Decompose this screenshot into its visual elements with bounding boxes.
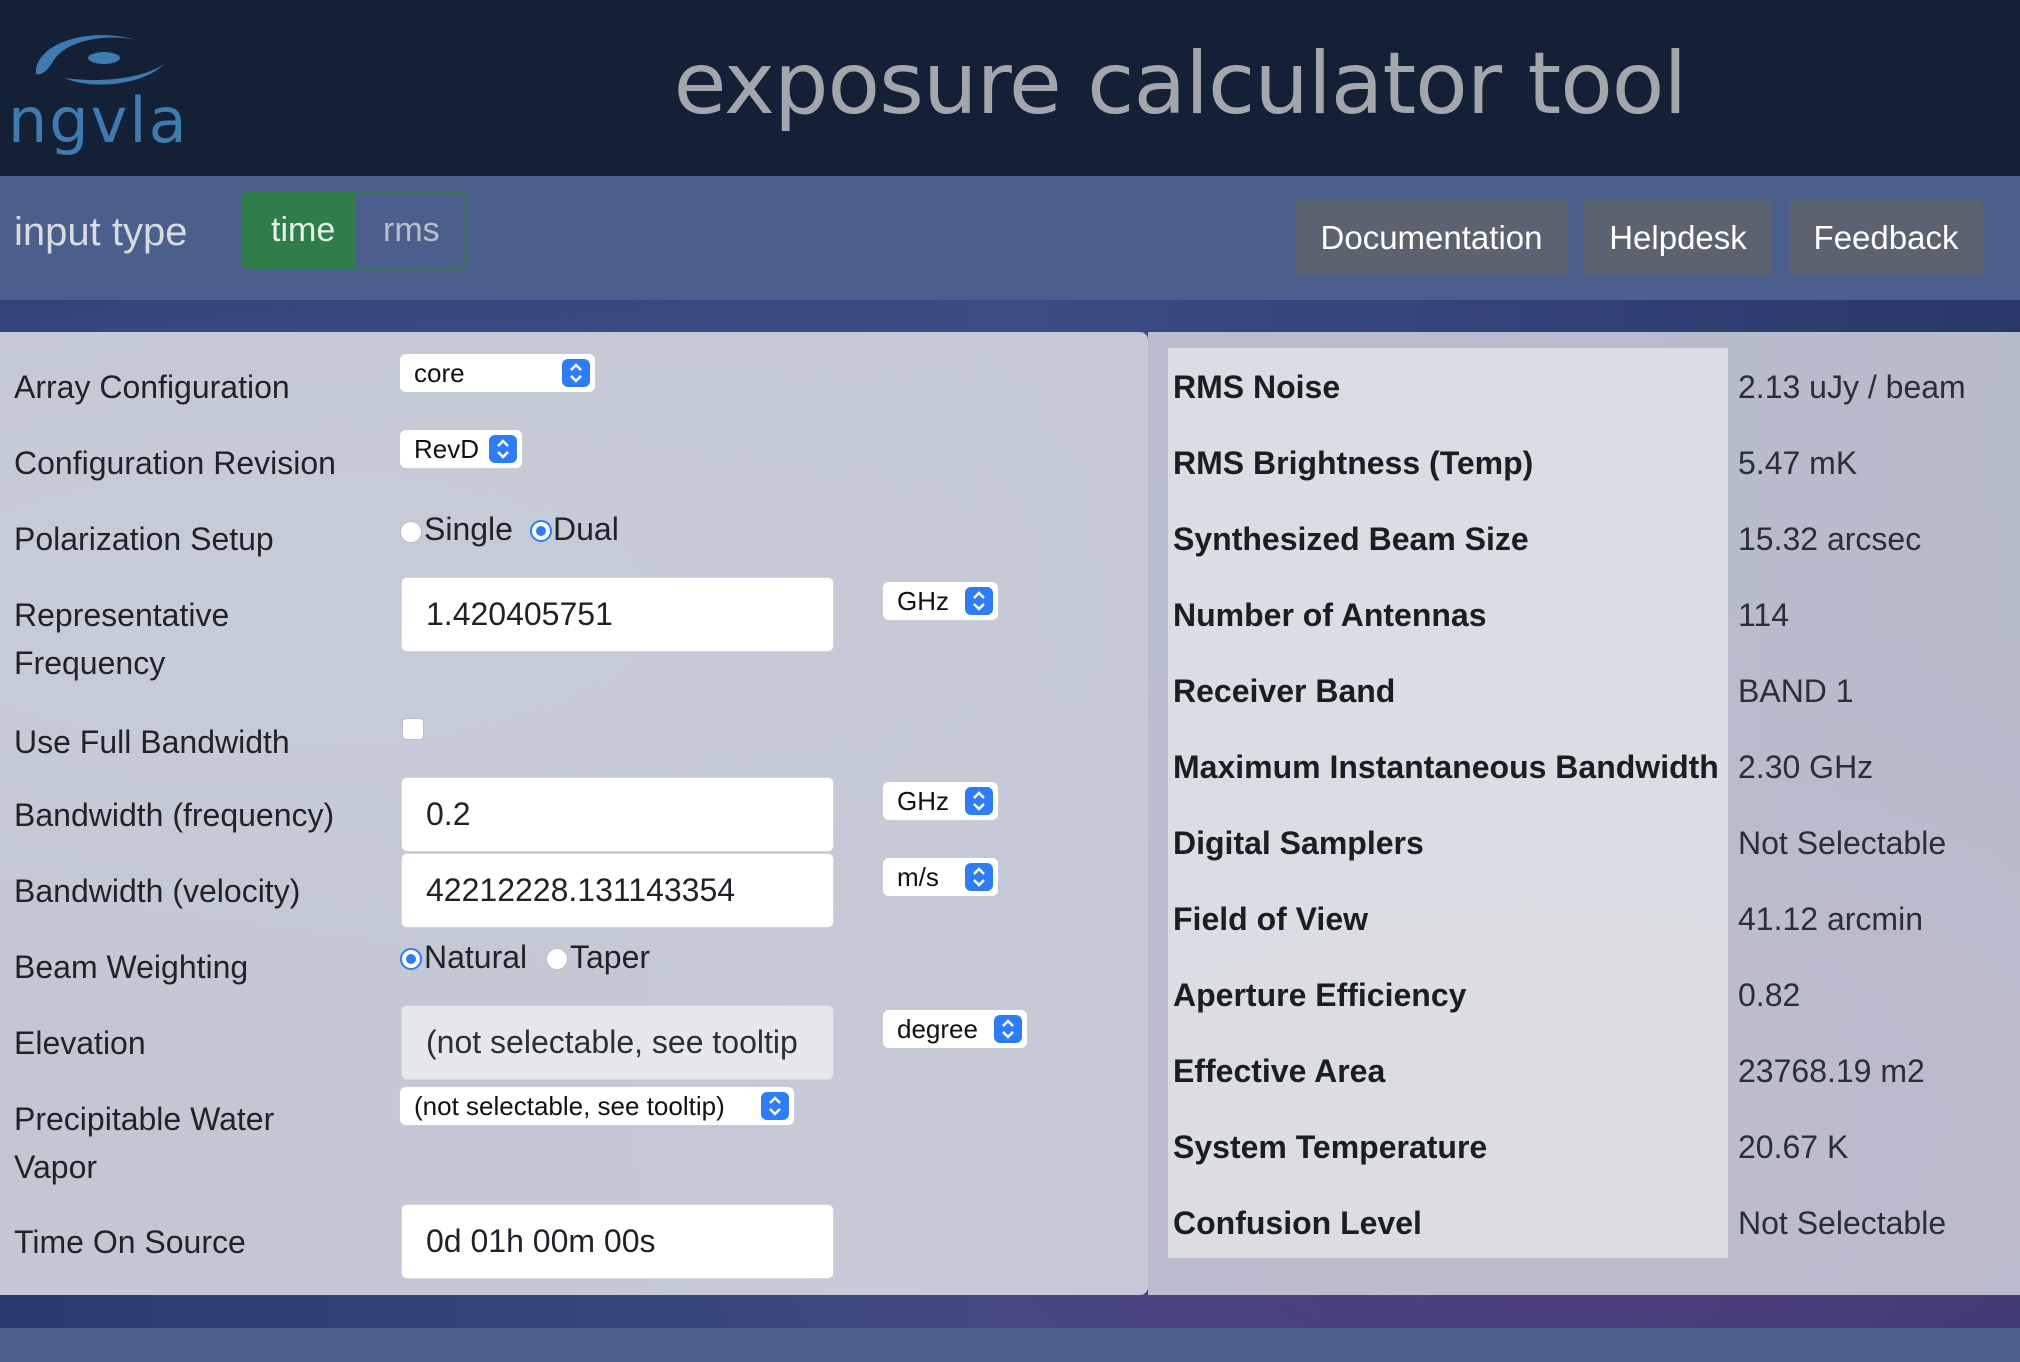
bandwidth-velocity-label: Bandwidth (velocity)	[14, 873, 301, 909]
configuration-revision-value: RevD	[414, 434, 480, 464]
pwv-select[interactable]: (not selectable, see tooltip)	[399, 1086, 795, 1126]
result-value: 23768.19 m2	[1738, 1053, 1925, 1089]
elevation-label: Elevation	[14, 1025, 146, 1061]
select-arrows-icon	[562, 359, 590, 387]
representative-frequency-unit-value: GHz	[897, 586, 949, 616]
array-configuration-value: core	[414, 358, 465, 388]
result-key: Digital Samplers	[1173, 825, 1424, 861]
input-type-rms-button[interactable]: rms	[355, 193, 465, 267]
result-value: 114	[1738, 597, 1790, 633]
polarization-dual-label: Dual	[553, 511, 619, 547]
result-key: System Temperature	[1173, 1129, 1488, 1165]
array-configuration-label: Array Configuration	[14, 369, 290, 405]
result-value: 2.30 GHz	[1738, 749, 1874, 785]
select-arrows-icon	[965, 863, 993, 891]
result-key: Synthesized Beam Size	[1173, 521, 1529, 557]
result-value: Not Selectable	[1738, 1205, 1947, 1241]
polarization-single-radio[interactable]	[400, 521, 422, 543]
polarization-dual-radio[interactable]	[530, 520, 552, 542]
result-key: Number of Antennas	[1173, 597, 1487, 633]
result-key: RMS Brightness (Temp)	[1173, 445, 1534, 481]
representative-frequency-input[interactable]: 1.420405751	[401, 577, 834, 652]
result-key: RMS Noise	[1173, 369, 1341, 405]
toolbar: input type time rms Documentation Helpde…	[0, 176, 2020, 300]
result-value: 20.67 K	[1738, 1129, 1849, 1165]
result-key: Receiver Band	[1173, 673, 1396, 709]
configuration-revision-select[interactable]: RevD	[399, 429, 523, 469]
pwv-label: Precipitable Water Vapor	[14, 1095, 274, 1191]
select-arrows-icon	[994, 1015, 1022, 1043]
representative-frequency-label-line2: Frequency	[14, 645, 166, 681]
beam-weighting-label: Beam Weighting	[14, 949, 249, 985]
feedback-button[interactable]: Feedback	[1789, 200, 1983, 276]
array-configuration-select[interactable]: core	[399, 353, 596, 393]
polarization-setup-label: Polarization Setup	[14, 521, 274, 557]
result-key: Field of View	[1173, 901, 1368, 937]
input-type-time-button[interactable]: time	[243, 193, 355, 267]
elevation-unit-select[interactable]: degree	[882, 1009, 1028, 1049]
pwv-label-line2: Vapor	[14, 1149, 98, 1185]
use-full-bandwidth-checkbox[interactable]	[402, 718, 424, 740]
result-value: 0.82	[1738, 977, 1801, 1013]
representative-frequency-label: Representative Frequency	[14, 591, 229, 687]
polarization-single-label: Single	[424, 511, 513, 547]
result-value: 2.13 uJy / beam	[1738, 369, 1966, 405]
bandwidth-frequency-input[interactable]: 0.2	[401, 777, 834, 852]
pwv-label-line1: Precipitable Water	[14, 1101, 275, 1137]
input-type-toggle: time rms	[241, 191, 467, 269]
result-value: 15.32 arcsec	[1738, 521, 1922, 557]
result-key: Aperture Efficiency	[1173, 977, 1467, 1013]
representative-frequency-unit-select[interactable]: GHz	[882, 581, 999, 621]
bandwidth-velocity-unit-value: m/s	[897, 862, 939, 892]
result-value: 41.12 arcmin	[1738, 901, 1923, 937]
beam-weighting-taper-radio[interactable]	[546, 948, 568, 970]
configuration-revision-label: Configuration Revision	[14, 445, 336, 481]
select-arrows-icon	[965, 787, 993, 815]
elevation-input: (not selectable, see tooltip	[401, 1005, 834, 1080]
result-value: 5.47 mK	[1738, 445, 1858, 481]
representative-frequency-label-line1: Representative	[14, 597, 230, 633]
use-full-bandwidth-label: Use Full Bandwidth	[14, 724, 290, 760]
beam-weighting-natural-radio[interactable]	[400, 948, 422, 970]
bandwidth-velocity-unit-select[interactable]: m/s	[882, 857, 999, 897]
time-on-source-input[interactable]: 0d 01h 00m 00s	[401, 1204, 834, 1279]
result-key: Maximum Instantaneous Bandwidth	[1173, 749, 1719, 785]
result-value: BAND 1	[1738, 673, 1854, 709]
select-arrows-icon	[965, 587, 993, 615]
select-arrows-icon	[489, 435, 517, 463]
page-title: exposure calculator tool	[673, 34, 1688, 134]
results-table	[1168, 348, 1728, 1258]
result-key: Confusion Level	[1173, 1205, 1422, 1241]
elevation-unit-value: degree	[897, 1014, 978, 1044]
pwv-value: (not selectable, see tooltip)	[414, 1091, 725, 1121]
bandwidth-velocity-input[interactable]: 42212228.131143354	[401, 853, 834, 928]
result-key: Effective Area	[1173, 1053, 1386, 1089]
helpdesk-button[interactable]: Helpdesk	[1584, 200, 1772, 276]
documentation-button[interactable]: Documentation	[1295, 200, 1568, 276]
select-arrows-icon	[761, 1092, 789, 1120]
beam-weighting-natural-label: Natural	[424, 939, 528, 975]
beam-weighting-taper-label: Taper	[570, 939, 651, 975]
result-value: Not Selectable	[1738, 825, 1947, 861]
bandwidth-frequency-unit-value: GHz	[897, 786, 949, 816]
footer-strip	[0, 1328, 2020, 1362]
app-header: ngvla exposure calculator tool	[0, 0, 2020, 176]
time-on-source-label: Time On Source	[14, 1224, 246, 1260]
bandwidth-frequency-unit-select[interactable]: GHz	[882, 781, 999, 821]
input-type-label: input type	[14, 210, 188, 254]
bandwidth-frequency-label: Bandwidth (frequency)	[14, 797, 335, 833]
